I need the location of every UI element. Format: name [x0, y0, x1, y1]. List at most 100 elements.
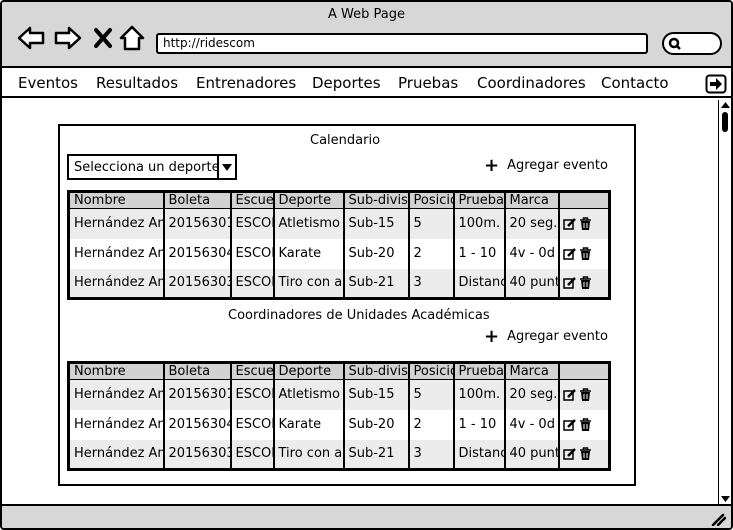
cell-deporte: Tiro con arco — [273, 268, 345, 299]
edit-icon[interactable] — [562, 388, 576, 402]
row-actions — [558, 379, 610, 410]
cell-deporte: Karate — [273, 238, 345, 269]
trash-icon[interactable] — [579, 447, 592, 461]
menu-item-contacto[interactable]: Contacto — [601, 74, 669, 92]
menu-item-entrenadores[interactable]: Entrenadores — [196, 74, 296, 92]
edit-icon[interactable] — [562, 418, 576, 432]
cell-escuela: ESCOM — [230, 238, 275, 269]
cell-escuela: ESCOM — [230, 208, 275, 239]
column-header[interactable]: Marca — [504, 362, 560, 380]
row-actions — [558, 208, 610, 239]
column-header[interactable]: Deporte — [273, 191, 345, 209]
cell-boleta: 2015630110 — [163, 208, 232, 239]
cell-marca: 4v - 0d — [504, 238, 560, 269]
trash-icon[interactable] — [579, 388, 592, 402]
cell-nombre: Hernández Antonio — [68, 379, 165, 410]
cell-posicion: 3 — [408, 439, 455, 470]
column-header[interactable]: Boleta — [163, 191, 232, 209]
cell-subdivision: Sub-15 — [343, 208, 410, 239]
table-row: Hernández Antonio 2015630421 ESCOM Karat… — [68, 409, 610, 440]
column-header[interactable]: Prueba — [453, 191, 506, 209]
cell-posicion: 5 — [408, 208, 455, 239]
menu-item-deportes[interactable]: Deportes — [312, 74, 381, 92]
menu-item-resultados[interactable]: Resultados — [96, 74, 178, 92]
cell-escuela: ESCOM — [230, 379, 275, 410]
cell-subdivision: Sub-21 — [343, 439, 410, 470]
close-x-icon[interactable] — [92, 24, 114, 52]
vertical-scrollbar[interactable] — [718, 100, 731, 504]
cell-boleta: 2015630110 — [163, 379, 232, 410]
cell-subdivision: Sub-20 — [343, 238, 410, 269]
column-header[interactable]: Prueba — [453, 362, 506, 380]
column-header[interactable]: Sub-división — [343, 362, 410, 380]
select-arrow[interactable] — [217, 156, 235, 178]
column-header[interactable]: Posición — [408, 362, 455, 380]
cell-marca: 4v - 0d — [504, 409, 560, 440]
column-header[interactable]: Deporte — [273, 362, 345, 380]
search-icon — [668, 37, 681, 50]
column-header[interactable]: Sub-división — [343, 191, 410, 209]
cell-prueba: 100m. — [453, 379, 506, 410]
sport-select[interactable]: Selecciona un deporte — [67, 154, 237, 180]
row-actions — [558, 439, 610, 470]
column-header[interactable]: Escuela — [230, 191, 275, 209]
logout-icon[interactable] — [705, 74, 727, 94]
edit-icon[interactable] — [562, 247, 576, 261]
column-header[interactable]: Posición — [408, 191, 455, 209]
table-row: Hernández Antonio 2015630421 ESCOM Karat… — [68, 238, 610, 269]
add-event-button-2[interactable]: + Agregar evento — [484, 326, 608, 347]
plus-icon: + — [484, 155, 500, 176]
cell-nombre: Hernández Antonio — [68, 409, 165, 440]
home-icon[interactable] — [119, 24, 145, 52]
trash-icon[interactable] — [579, 417, 592, 432]
cell-deporte: Atletismo — [273, 208, 345, 239]
resize-grip-icon[interactable] — [710, 512, 726, 526]
edit-icon[interactable] — [562, 276, 576, 290]
trash-icon[interactable] — [579, 217, 592, 231]
edit-icon[interactable] — [562, 217, 576, 231]
sport-select-value: Selecciona un deporte — [74, 160, 220, 175]
cell-nombre: Hernández Antonio — [68, 439, 165, 470]
cell-subdivision: Sub-20 — [343, 409, 410, 440]
coordinators-heading: Coordinadores de Unidades Académicas — [228, 308, 490, 323]
column-header[interactable]: Escuela — [230, 362, 275, 380]
column-header[interactable]: Boleta — [163, 362, 232, 380]
cell-nombre: Hernández Antonio — [68, 208, 165, 239]
scroll-up-icon[interactable] — [720, 101, 731, 109]
edit-icon[interactable] — [562, 447, 576, 461]
trash-icon[interactable] — [579, 276, 592, 290]
cell-escuela: ESCOM — [230, 409, 275, 440]
column-header[interactable]: Nombre — [68, 191, 165, 209]
menu-item-eventos[interactable]: Eventos — [18, 74, 78, 92]
cell-escuela: ESCOM — [230, 268, 275, 299]
add-event-button[interactable]: + Agregar evento — [484, 155, 608, 176]
table-row: Hernández Antonio 2015630312 ESCOM Tiro … — [68, 439, 610, 470]
calendar-table: Nombre Boleta Escuela Deporte Sub-divisi… — [67, 190, 611, 300]
column-header-actions — [558, 362, 610, 380]
table-header-row: Nombre Boleta Escuela Deporte Sub-divisi… — [68, 191, 610, 209]
menu-item-pruebas[interactable]: Pruebas — [398, 74, 458, 92]
row-actions — [558, 268, 610, 299]
column-header-actions — [558, 191, 610, 209]
cell-marca: 40 puntos — [504, 439, 560, 470]
scroll-down-icon[interactable] — [720, 495, 731, 503]
cell-prueba: 100m. — [453, 208, 506, 239]
status-bar — [2, 504, 731, 528]
cell-deporte: Atletismo — [273, 379, 345, 410]
column-header[interactable]: Marca — [504, 191, 560, 209]
add-event-label: Agregar evento — [507, 158, 608, 173]
browser-search-field[interactable] — [662, 32, 722, 55]
column-header[interactable]: Nombre — [68, 362, 165, 380]
address-bar[interactable]: http://ridescom — [156, 33, 648, 54]
cell-boleta: 2015630312 — [163, 439, 232, 470]
back-arrow-icon[interactable] — [16, 24, 46, 52]
cell-prueba: Distancia — [453, 268, 506, 299]
forward-arrow-icon[interactable] — [53, 24, 83, 52]
trash-icon[interactable] — [579, 246, 592, 261]
scroll-thumb[interactable] — [722, 112, 728, 132]
cell-marca: 20 seg. — [504, 379, 560, 410]
cell-prueba: 1 - 10 — [453, 238, 506, 269]
cell-escuela: ESCOM — [230, 439, 275, 470]
menu-item-coordinadores[interactable]: Coordinadores — [477, 74, 586, 92]
table-row: Hernández Antonio 2015630110 ESCOM Atlet… — [68, 379, 610, 410]
